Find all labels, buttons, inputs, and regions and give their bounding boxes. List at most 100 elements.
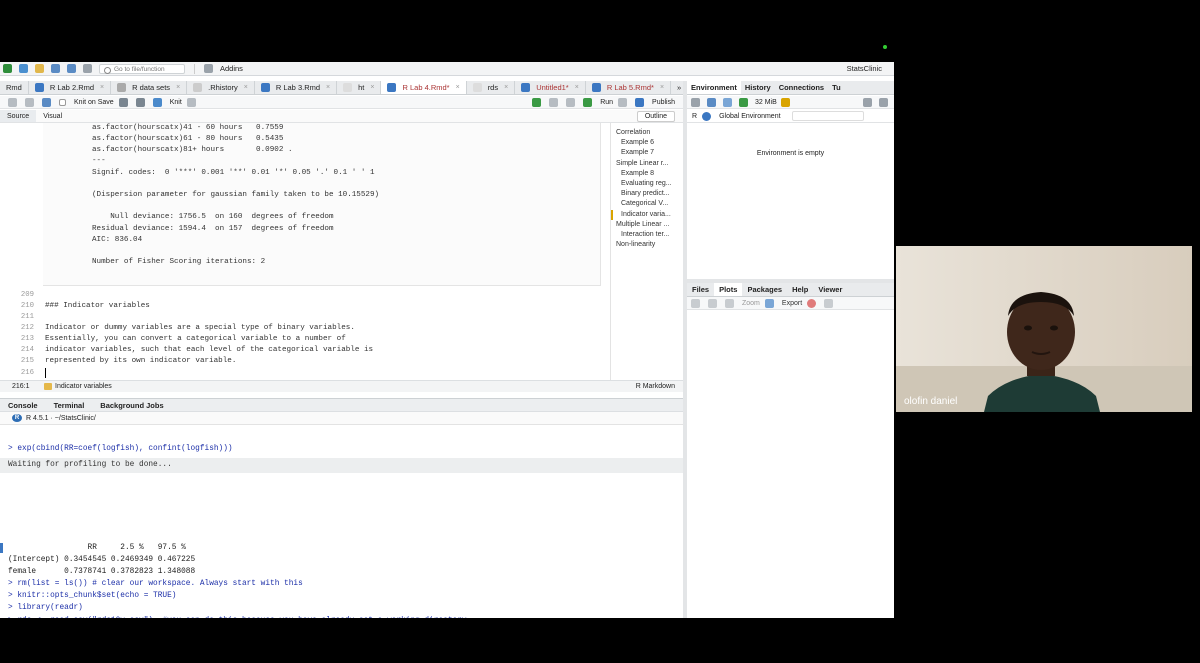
outline-item[interactable]: Interaction ter... <box>611 230 683 240</box>
close-icon[interactable]: × <box>370 84 374 91</box>
new-project-icon[interactable] <box>19 64 28 73</box>
run-button[interactable]: Run <box>600 99 613 106</box>
outline-item[interactable]: Example 8 <box>611 169 683 179</box>
rerun-icon[interactable] <box>618 97 628 107</box>
outline-item[interactable]: Evaluating reg... <box>611 179 683 189</box>
tab-label: .Rhistory <box>208 83 238 92</box>
previous-plot-icon[interactable] <box>691 298 700 308</box>
rmd-file-icon <box>387 83 397 92</box>
output-line: Signif. codes: 0 '***' 0.001 '**' 0.01 '… <box>92 169 375 177</box>
tab-background-jobs[interactable]: Background Jobs <box>92 401 171 410</box>
knit-button[interactable]: Knit <box>170 99 182 106</box>
goto-file-input[interactable]: Go to file/function <box>99 63 185 74</box>
editor-tab[interactable]: R data sets × <box>111 81 188 94</box>
tab-history[interactable]: History <box>741 83 775 92</box>
tab-connections[interactable]: Connections <box>775 83 828 92</box>
tab-environment[interactable]: Environment <box>687 81 741 94</box>
outline-item[interactable]: Non-linearity <box>611 240 683 250</box>
editor-tab[interactable]: rds × <box>467 81 516 94</box>
addins-menu[interactable]: Addins <box>220 64 243 73</box>
editor-tab[interactable]: R Lab 3.Rmd × <box>255 81 338 94</box>
visual-mode-button[interactable]: Visual <box>36 113 69 120</box>
editor-tab[interactable]: R Lab 2.Rmd × <box>29 81 112 94</box>
close-icon[interactable]: × <box>326 84 330 91</box>
outline-toggle-button[interactable]: Outline <box>636 111 675 122</box>
save-workspace-icon[interactable] <box>707 97 716 107</box>
import-dataset-icon[interactable] <box>723 97 732 107</box>
editor-tab[interactable]: .Rhistory × <box>187 81 255 94</box>
document-type-menu[interactable]: R Markdown <box>636 383 675 390</box>
settings-gear-icon[interactable] <box>186 97 196 107</box>
tab-terminal[interactable]: Terminal <box>46 401 93 410</box>
environment-select[interactable]: Global Environment <box>719 113 780 120</box>
close-icon[interactable]: × <box>660 84 664 91</box>
save-icon[interactable] <box>51 64 60 73</box>
list-view-icon[interactable] <box>863 97 872 107</box>
tab-console[interactable]: Console <box>0 401 46 410</box>
outline-item[interactable]: Example 6 <box>611 138 683 148</box>
editor-tab[interactable]: Rmd <box>0 81 29 94</box>
load-workspace-icon[interactable] <box>691 97 700 107</box>
output-line: (Dispersion parameter for gaussian famil… <box>92 191 380 199</box>
back-icon[interactable] <box>8 97 17 107</box>
outline-item[interactable]: Binary predict... <box>611 189 683 199</box>
knit-on-save-checkbox[interactable] <box>59 98 66 106</box>
tab-plots[interactable]: Plots <box>714 283 743 296</box>
tab-tutorial[interactable]: Tu <box>828 83 845 92</box>
open-file-icon[interactable] <box>35 64 44 73</box>
save-all-icon[interactable] <box>67 64 76 73</box>
editor-tab-active[interactable]: R Lab 4.Rmd* × <box>381 81 467 94</box>
close-icon[interactable]: × <box>575 84 579 91</box>
export-menu[interactable]: Export <box>782 300 802 307</box>
environment-search-input[interactable] <box>791 111 864 121</box>
broom-icon[interactable] <box>780 97 790 107</box>
pane-splitter[interactable] <box>683 81 687 618</box>
outline-item[interactable]: Simple Linear r... <box>611 159 683 169</box>
tab-viewer[interactable]: Viewer <box>813 285 847 294</box>
editor-tab[interactable]: Untitled1* × <box>515 81 586 94</box>
publish-button[interactable]: Publish <box>652 99 675 106</box>
editor-tab[interactable]: R Lab 5.Rmd* × <box>586 81 672 94</box>
tab-label: R data sets <box>132 83 171 92</box>
language-select[interactable]: R <box>692 113 697 120</box>
close-icon[interactable]: × <box>176 84 180 91</box>
text-cursor <box>45 368 46 378</box>
next-plot-icon[interactable] <box>708 298 717 308</box>
source-mode-button[interactable]: Source <box>0 110 37 122</box>
editor-tab[interactable]: ht × <box>337 81 382 94</box>
close-icon[interactable]: × <box>100 84 104 91</box>
outline-item[interactable]: Categorical V... <box>611 199 683 209</box>
current-section-menu[interactable]: Indicator variables <box>55 383 112 390</box>
workspace-panes-icon[interactable] <box>204 64 213 73</box>
close-icon[interactable]: × <box>456 84 460 91</box>
spellcheck-icon[interactable] <box>118 97 128 107</box>
console-output[interactable]: > exp(cbind(RR=coef(logfish), confint(lo… <box>0 425 683 618</box>
outline-item[interactable]: Correlation <box>611 128 683 138</box>
outline-item-current[interactable]: Indicator varia... <box>611 209 683 220</box>
print-icon[interactable] <box>83 64 92 73</box>
project-menu[interactable]: StatsClinic <box>847 64 882 73</box>
memory-usage[interactable]: 32 MiB <box>755 99 777 106</box>
tab-help[interactable]: Help <box>787 285 813 294</box>
tab-files[interactable]: Files <box>687 285 714 294</box>
refresh-icon[interactable] <box>879 97 888 107</box>
code-editor[interactable]: as.factor(hourscatx)41 - 60 hours 0.7559… <box>0 123 610 380</box>
working-directory[interactable]: R 4.5.1 · ~/StatsClinic/ <box>26 415 96 422</box>
chunk-nav-up-icon[interactable] <box>549 97 559 107</box>
new-file-icon[interactable] <box>3 64 12 73</box>
save-icon[interactable] <box>42 97 51 107</box>
chunk-nav-down-icon[interactable] <box>566 97 576 107</box>
remove-plot-icon[interactable] <box>807 298 817 308</box>
more-tabs-button[interactable]: » <box>671 81 683 94</box>
close-icon[interactable]: × <box>244 84 248 91</box>
outline-item[interactable]: Example 7 <box>611 148 683 158</box>
insert-chunk-icon[interactable] <box>532 97 542 107</box>
close-icon[interactable]: × <box>504 84 508 91</box>
outline-item[interactable]: Multiple Linear ... <box>611 220 683 230</box>
environment-empty-message: Environment is empty <box>756 150 825 157</box>
forward-icon[interactable] <box>25 97 34 107</box>
find-icon[interactable] <box>135 97 145 107</box>
zoom-button[interactable]: Zoom <box>742 300 760 307</box>
clear-plots-icon[interactable] <box>824 298 834 308</box>
tab-packages[interactable]: Packages <box>742 285 787 294</box>
